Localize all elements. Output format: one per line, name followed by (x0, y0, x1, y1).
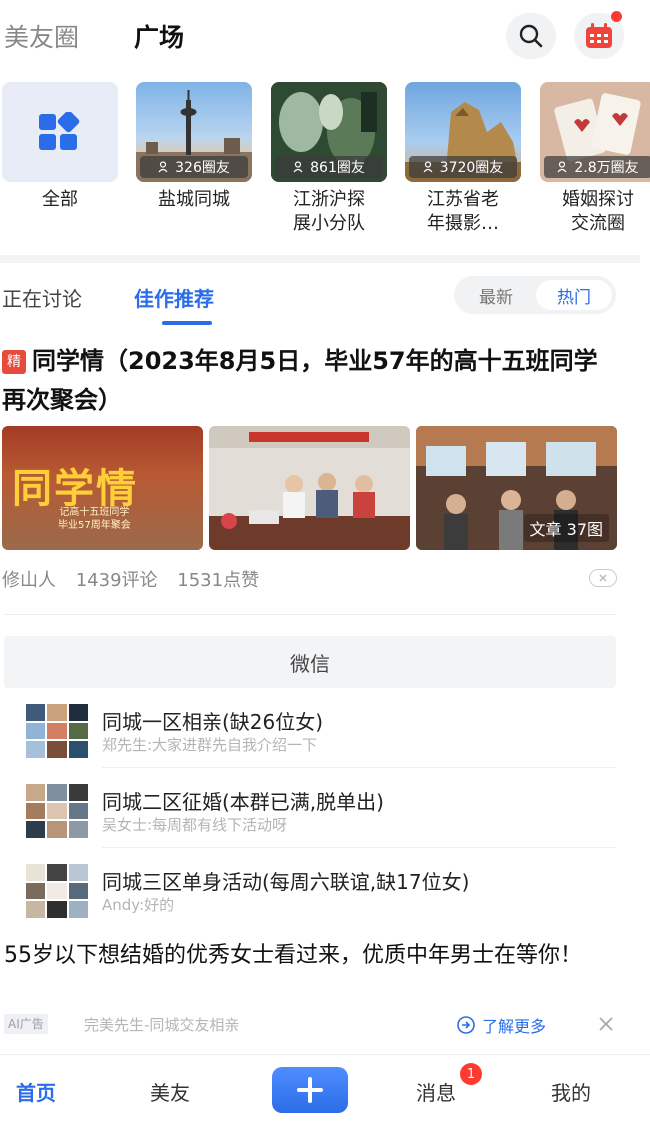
calendar-icon (586, 23, 612, 48)
circle-thumb: 3720圈友 (405, 82, 521, 182)
group-last-message: Andy:好的 (102, 896, 175, 914)
close-icon (599, 1017, 613, 1031)
member-count: 3720圈友 (409, 156, 517, 178)
search-button[interactable] (506, 13, 556, 59)
circle-item-all[interactable]: 全部 (2, 82, 118, 212)
close-icon (599, 574, 607, 582)
circle-name: 江苏省老 年摄影… (427, 189, 499, 234)
post-title[interactable]: 精同学情（2023年8月5日，毕业57年的高十五班同学再次聚会） (2, 342, 618, 420)
circle-list: 全部 326圈友 盐城同城 861圈友 江浙沪探 展小分队 3720圈友 江苏省… (0, 82, 650, 252)
tab-recommended[interactable]: 佳作推荐 (134, 283, 214, 312)
post-likes: 1531点赞 (177, 570, 260, 591)
people-icon (557, 161, 567, 173)
notification-dot (611, 11, 622, 22)
dismiss-post-button[interactable] (589, 569, 617, 587)
featured-badge: 精 (2, 350, 26, 374)
post-author[interactable]: 修山人 (2, 570, 56, 591)
section-divider (0, 255, 640, 263)
group-name: 同城一区相亲(缺26位女) (102, 710, 324, 734)
circle-item-marriage[interactable]: 2.8万圈友 婚姻探讨 交流圈 (540, 82, 650, 236)
sort-hot[interactable]: 热门 (536, 280, 612, 310)
people-icon (158, 161, 168, 173)
nav-mine[interactable]: 我的 (551, 1077, 591, 1106)
ad-source: 完美先生-同城交友相亲 (84, 1016, 240, 1034)
search-icon (519, 24, 543, 48)
tab-meiyouquan[interactable]: 美友圈 (4, 18, 79, 54)
circle-item-jiangsu-photo[interactable]: 3720圈友 江苏省老 年摄影… (405, 82, 521, 236)
post-meta: 修山人 1439评论 1531点赞 (2, 566, 273, 592)
discussion-tabs: 正在讨论 佳作推荐 最新 热门 (0, 264, 650, 328)
ad-footer: AI广告 完美先生-同城交友相亲 了解更多 (4, 1012, 616, 1038)
group-name: 同城二区征婚(本群已满,脱单出) (102, 790, 384, 814)
circle-name: 全部 (42, 189, 78, 210)
post-image-3[interactable]: 文章 37图 (416, 426, 617, 550)
group-avatar (26, 784, 88, 838)
group-name: 同城三区单身活动(每周六联谊,缺17位女) (102, 870, 470, 894)
nav-home[interactable]: 首页 (16, 1077, 56, 1106)
wechat-title: 微信 (290, 651, 330, 676)
group-last-message: 郑先生:大家进群先自我介绍一下 (102, 736, 318, 754)
divider (102, 767, 616, 768)
people-icon (293, 161, 303, 173)
top-header: 美友圈 广场 (0, 0, 650, 76)
image-overlay-sub: 记高十五班同学 毕业57周年聚会 (58, 507, 131, 531)
member-count: 2.8万圈友 (544, 156, 650, 178)
learn-more-link[interactable]: 了解更多 (456, 1013, 546, 1037)
list-item[interactable]: 同城二区征婚(本群已满,脱单出) 吴女士:每周都有线下活动呀 (4, 770, 616, 848)
bottom-nav: 首页 美友 消息 1 我的 (0, 1054, 650, 1130)
grid-icon (39, 112, 80, 150)
image-count-label: 文章 37图 (523, 514, 609, 542)
nav-messages[interactable]: 消息 (416, 1077, 456, 1106)
all-circles-thumb (2, 82, 118, 182)
unread-badge: 1 (460, 1063, 482, 1085)
group-last-message: 吴女士:每周都有线下活动呀 (102, 816, 288, 834)
group-avatar (26, 704, 88, 758)
post-comments: 1439评论 (75, 570, 158, 591)
tab-guangchang[interactable]: 广场 (134, 18, 184, 54)
post-image-1[interactable]: 同学情 记高十五班同学 毕业57周年聚会 (2, 426, 203, 550)
wechat-header: 微信 (4, 636, 616, 688)
divider (4, 614, 616, 615)
sort-toggle: 最新 热门 (454, 276, 616, 314)
arrow-circle-icon (457, 1016, 475, 1034)
member-count: 326圈友 (140, 156, 248, 178)
circle-name: 婚姻探讨 交流圈 (562, 189, 634, 234)
circle-item-yancheng[interactable]: 326圈友 盐城同城 (136, 82, 252, 212)
list-item[interactable]: 同城一区相亲(缺26位女) 郑先生:大家进群先自我介绍一下 (4, 690, 616, 768)
tab-discussing[interactable]: 正在讨论 (2, 283, 82, 312)
sort-latest[interactable]: 最新 (458, 280, 534, 310)
circle-thumb: 326圈友 (136, 82, 252, 182)
circle-name: 盐城同城 (158, 189, 230, 210)
calendar-button[interactable] (574, 11, 624, 59)
list-item[interactable]: 同城三区单身活动(每周六联谊,缺17位女) Andy:好的 (4, 850, 616, 928)
post-image-2[interactable] (209, 426, 410, 550)
nav-friends[interactable]: 美友 (150, 1077, 190, 1106)
circle-name: 江浙沪探 展小分队 (293, 189, 365, 234)
active-tab-underline (162, 321, 212, 325)
group-avatar (26, 864, 88, 918)
post-new-button[interactable] (272, 1067, 348, 1113)
ad-headline[interactable]: 55岁以下想结婚的优秀女士看过来，优质中年男士在等你！ (4, 940, 616, 972)
ad-badge: AI广告 (4, 1014, 48, 1034)
people-icon (423, 161, 433, 173)
circle-thumb: 2.8万圈友 (540, 82, 650, 182)
post-images: 同学情 记高十五班同学 毕业57周年聚会 文章 37图 (2, 426, 622, 550)
member-count: 861圈友 (275, 156, 383, 178)
divider (102, 847, 616, 848)
close-ad-button[interactable] (596, 1014, 616, 1034)
plus-icon (297, 1077, 323, 1103)
circle-thumb: 861圈友 (271, 82, 387, 182)
circle-item-jzh[interactable]: 861圈友 江浙沪探 展小分队 (271, 82, 387, 236)
